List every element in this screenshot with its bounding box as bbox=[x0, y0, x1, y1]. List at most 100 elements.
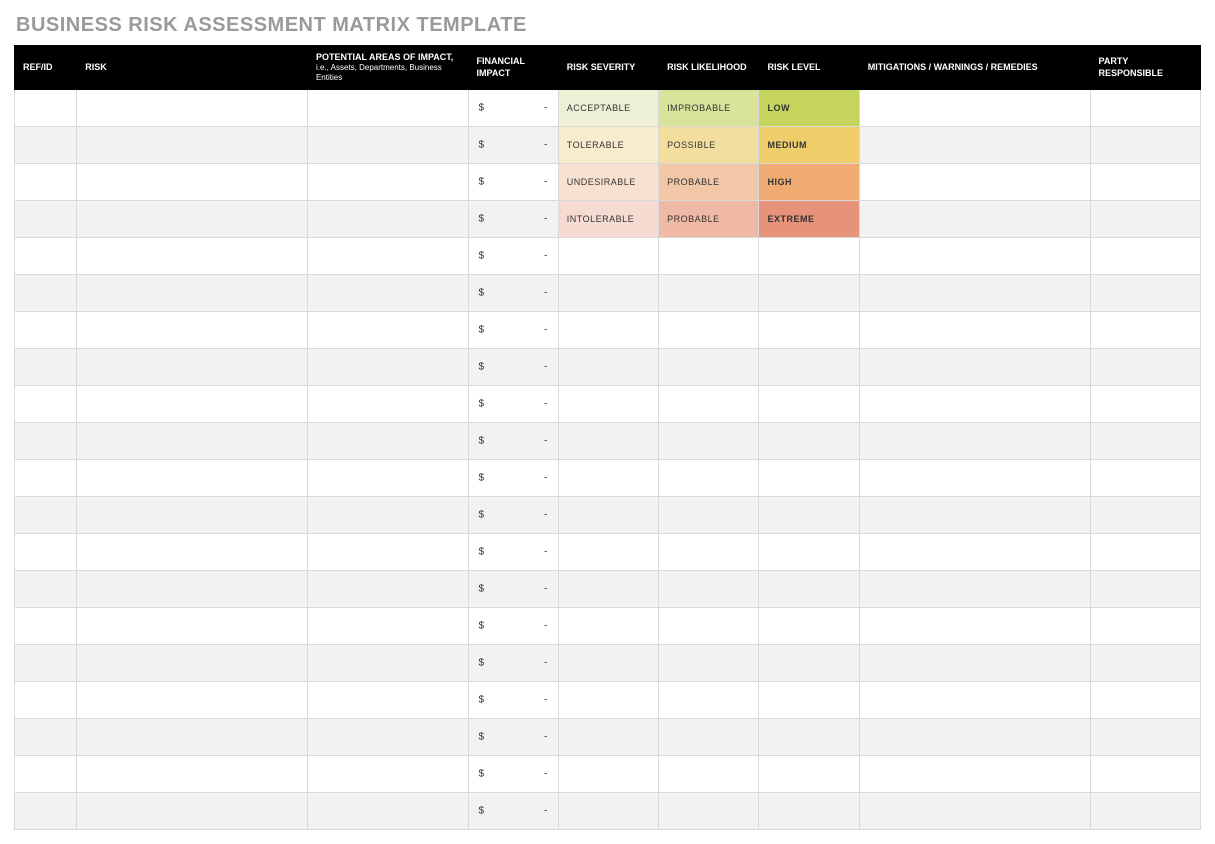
cell-severity[interactable] bbox=[558, 682, 658, 719]
cell-mitigations[interactable] bbox=[859, 423, 1090, 460]
cell-financial[interactable]: $- bbox=[468, 90, 558, 127]
cell-severity[interactable] bbox=[558, 238, 658, 275]
cell-mitigations[interactable] bbox=[859, 349, 1090, 386]
cell-ref[interactable] bbox=[15, 423, 77, 460]
cell-party[interactable] bbox=[1090, 497, 1200, 534]
cell-risk[interactable] bbox=[77, 719, 308, 756]
cell-risk[interactable] bbox=[77, 275, 308, 312]
cell-financial[interactable]: $- bbox=[468, 645, 558, 682]
cell-ref[interactable] bbox=[15, 127, 77, 164]
cell-financial[interactable]: $- bbox=[468, 312, 558, 349]
cell-areas[interactable] bbox=[307, 571, 468, 608]
cell-mitigations[interactable] bbox=[859, 127, 1090, 164]
cell-level[interactable] bbox=[759, 534, 859, 571]
cell-mitigations[interactable] bbox=[859, 497, 1090, 534]
cell-party[interactable] bbox=[1090, 682, 1200, 719]
cell-likelihood[interactable] bbox=[659, 460, 759, 497]
cell-mitigations[interactable] bbox=[859, 312, 1090, 349]
cell-likelihood[interactable] bbox=[659, 275, 759, 312]
cell-party[interactable] bbox=[1090, 793, 1200, 830]
cell-likelihood[interactable]: POSSIBLE bbox=[659, 127, 759, 164]
cell-severity[interactable] bbox=[558, 793, 658, 830]
cell-level[interactable] bbox=[759, 645, 859, 682]
cell-party[interactable] bbox=[1090, 127, 1200, 164]
cell-severity[interactable] bbox=[558, 534, 658, 571]
cell-ref[interactable] bbox=[15, 719, 77, 756]
cell-party[interactable] bbox=[1090, 90, 1200, 127]
cell-areas[interactable] bbox=[307, 90, 468, 127]
cell-risk[interactable] bbox=[77, 423, 308, 460]
cell-risk[interactable] bbox=[77, 756, 308, 793]
cell-risk[interactable] bbox=[77, 164, 308, 201]
cell-financial[interactable]: $- bbox=[468, 608, 558, 645]
cell-areas[interactable] bbox=[307, 312, 468, 349]
cell-risk[interactable] bbox=[77, 349, 308, 386]
cell-party[interactable] bbox=[1090, 645, 1200, 682]
cell-mitigations[interactable] bbox=[859, 275, 1090, 312]
cell-financial[interactable]: $- bbox=[468, 386, 558, 423]
cell-severity[interactable] bbox=[558, 386, 658, 423]
cell-ref[interactable] bbox=[15, 793, 77, 830]
cell-financial[interactable]: $- bbox=[468, 275, 558, 312]
cell-ref[interactable] bbox=[15, 90, 77, 127]
cell-likelihood[interactable] bbox=[659, 423, 759, 460]
cell-party[interactable] bbox=[1090, 460, 1200, 497]
cell-likelihood[interactable] bbox=[659, 645, 759, 682]
cell-level[interactable] bbox=[759, 719, 859, 756]
cell-level[interactable] bbox=[759, 312, 859, 349]
cell-risk[interactable] bbox=[77, 127, 308, 164]
cell-likelihood[interactable] bbox=[659, 497, 759, 534]
cell-financial[interactable]: $- bbox=[468, 238, 558, 275]
cell-ref[interactable] bbox=[15, 682, 77, 719]
cell-areas[interactable] bbox=[307, 756, 468, 793]
cell-likelihood[interactable] bbox=[659, 238, 759, 275]
cell-ref[interactable] bbox=[15, 534, 77, 571]
cell-level[interactable] bbox=[759, 682, 859, 719]
cell-areas[interactable] bbox=[307, 201, 468, 238]
cell-risk[interactable] bbox=[77, 460, 308, 497]
cell-level[interactable] bbox=[759, 275, 859, 312]
cell-mitigations[interactable] bbox=[859, 608, 1090, 645]
cell-level[interactable] bbox=[759, 608, 859, 645]
cell-severity[interactable] bbox=[558, 756, 658, 793]
cell-risk[interactable] bbox=[77, 608, 308, 645]
cell-areas[interactable] bbox=[307, 608, 468, 645]
cell-level[interactable] bbox=[759, 423, 859, 460]
cell-mitigations[interactable] bbox=[859, 645, 1090, 682]
cell-financial[interactable]: $- bbox=[468, 534, 558, 571]
cell-areas[interactable] bbox=[307, 386, 468, 423]
cell-severity[interactable] bbox=[558, 460, 658, 497]
cell-risk[interactable] bbox=[77, 386, 308, 423]
cell-level[interactable] bbox=[759, 238, 859, 275]
cell-areas[interactable] bbox=[307, 497, 468, 534]
cell-mitigations[interactable] bbox=[859, 756, 1090, 793]
cell-likelihood[interactable] bbox=[659, 312, 759, 349]
cell-mitigations[interactable] bbox=[859, 719, 1090, 756]
cell-risk[interactable] bbox=[77, 497, 308, 534]
cell-party[interactable] bbox=[1090, 349, 1200, 386]
cell-level[interactable]: HIGH bbox=[759, 164, 859, 201]
cell-likelihood[interactable] bbox=[659, 608, 759, 645]
cell-severity[interactable]: INTOLERABLE bbox=[558, 201, 658, 238]
cell-party[interactable] bbox=[1090, 423, 1200, 460]
cell-financial[interactable]: $- bbox=[468, 571, 558, 608]
cell-party[interactable] bbox=[1090, 275, 1200, 312]
cell-financial[interactable]: $- bbox=[468, 201, 558, 238]
cell-financial[interactable]: $- bbox=[468, 793, 558, 830]
cell-financial[interactable]: $- bbox=[468, 423, 558, 460]
cell-level[interactable] bbox=[759, 497, 859, 534]
cell-areas[interactable] bbox=[307, 238, 468, 275]
cell-financial[interactable]: $- bbox=[468, 682, 558, 719]
cell-mitigations[interactable] bbox=[859, 386, 1090, 423]
cell-risk[interactable] bbox=[77, 238, 308, 275]
cell-ref[interactable] bbox=[15, 164, 77, 201]
cell-risk[interactable] bbox=[77, 201, 308, 238]
cell-likelihood[interactable] bbox=[659, 534, 759, 571]
cell-risk[interactable] bbox=[77, 312, 308, 349]
cell-severity[interactable] bbox=[558, 719, 658, 756]
cell-level[interactable]: LOW bbox=[759, 90, 859, 127]
cell-likelihood[interactable] bbox=[659, 682, 759, 719]
cell-party[interactable] bbox=[1090, 719, 1200, 756]
cell-level[interactable] bbox=[759, 571, 859, 608]
cell-ref[interactable] bbox=[15, 497, 77, 534]
